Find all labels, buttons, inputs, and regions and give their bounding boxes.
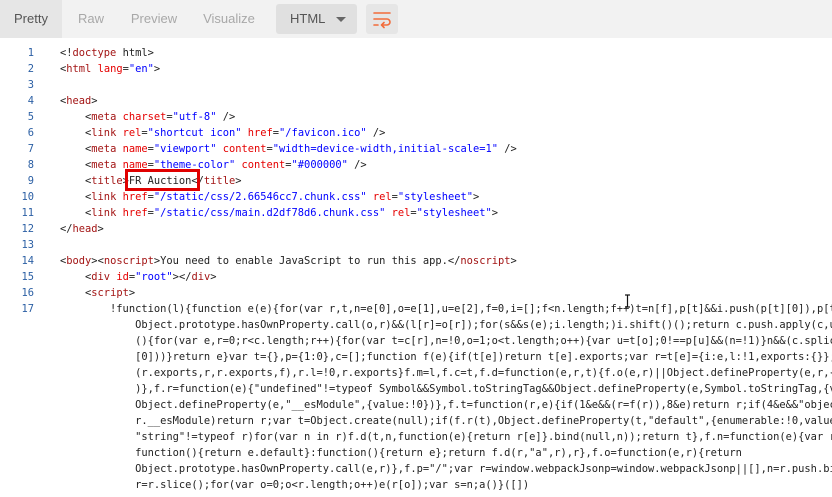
code-text: <meta charset="utf-8" />	[85, 111, 236, 123]
language-select[interactable]: HTML	[276, 4, 357, 34]
code-text: <body><noscript>You need to enable JavaS…	[60, 255, 517, 267]
line-number: 14	[21, 255, 34, 267]
highlight-box	[125, 169, 200, 191]
code-text: <meta name="viewport" content="width=dev…	[85, 143, 517, 155]
line-number: 4	[27, 95, 34, 107]
code-text: r=r.slice();for(var o=0;o<r.length;o++)e…	[60, 479, 530, 491]
line-number: 5	[27, 111, 34, 123]
line-number: 17	[21, 303, 34, 315]
line-number: 11	[21, 207, 34, 219]
code-text: function(){return e.default}:function(){…	[60, 447, 742, 459]
line-number: 16	[21, 287, 34, 299]
code-text: Object.defineProperty(e,"__esModule",{va…	[135, 399, 832, 411]
code-viewer[interactable]: 1 <!doctype html> 2 <html lang="en"> 3 4 <head…	[0, 45, 832, 497]
line-number: 10	[21, 191, 34, 203]
code-text: <head>	[60, 95, 98, 107]
wrap-lines-button[interactable]	[366, 4, 398, 34]
code-text: <script>	[85, 287, 136, 299]
tab-visualize[interactable]: Visualize	[188, 0, 270, 38]
code-text: <link href="/static/css/main.d2df78d6.ch…	[85, 207, 499, 219]
code-text: <link rel="shortcut icon" href="/favicon…	[85, 127, 386, 139]
response-toolbar: Pretty Raw Preview Visualize HTML	[0, 0, 832, 38]
code-text: <!doctype html>	[60, 47, 154, 59]
tab-raw[interactable]: Raw	[62, 0, 120, 38]
line-number: 15	[21, 271, 34, 283]
tab-preview[interactable]: Preview	[120, 0, 188, 38]
code-text: [0]))}return e}var t={},p={1:0},c=[];fun…	[135, 351, 832, 363]
line-number: 3	[27, 79, 34, 91]
code-text: "string"!=typeof r)for(var n in r)f.d(t,…	[135, 431, 832, 443]
line-number: 7	[27, 143, 34, 155]
code-text: <link href="/static/css/2.66546cc7.chunk…	[85, 191, 480, 203]
line-number: 13	[21, 239, 34, 251]
line-number: 9	[27, 175, 34, 187]
code-text: <html lang="en">	[60, 63, 161, 75]
language-select-value: HTML	[290, 11, 326, 26]
code-text: </head>	[60, 223, 104, 235]
tab-pretty[interactable]: Pretty	[0, 0, 62, 38]
code-text: (r.exports,r,r.exports,f),r.l=!0,r.expor…	[135, 367, 832, 379]
code-text: r.__esModule)return r;var t=Object.creat…	[60, 415, 832, 427]
code-text: )},f.r=function(e){"undefined"!=typeof S…	[135, 383, 832, 395]
chevron-down-icon	[336, 17, 346, 22]
code-text: <meta name="theme-color" content="#00000…	[85, 159, 367, 171]
code-text: (){for(var e,r=0;r<c.length;r++){for(var…	[135, 335, 832, 347]
text-cursor-icon	[625, 294, 630, 308]
code-text: Object.prototype.hasOwnProperty.call(o,r…	[135, 319, 832, 331]
line-number: 8	[27, 159, 34, 171]
line-number: 2	[27, 63, 34, 75]
code-text: !function(l){function e(e){for(var r,t,n…	[110, 303, 832, 315]
line-number: 6	[27, 127, 34, 139]
line-number: 1	[27, 47, 34, 59]
line-number: 12	[21, 223, 34, 235]
code-text: Object.prototype.hasOwnProperty.call(e,r…	[135, 463, 832, 475]
code-text: <div id="root"></div>	[85, 271, 217, 283]
wrap-lines-icon	[373, 12, 391, 29]
